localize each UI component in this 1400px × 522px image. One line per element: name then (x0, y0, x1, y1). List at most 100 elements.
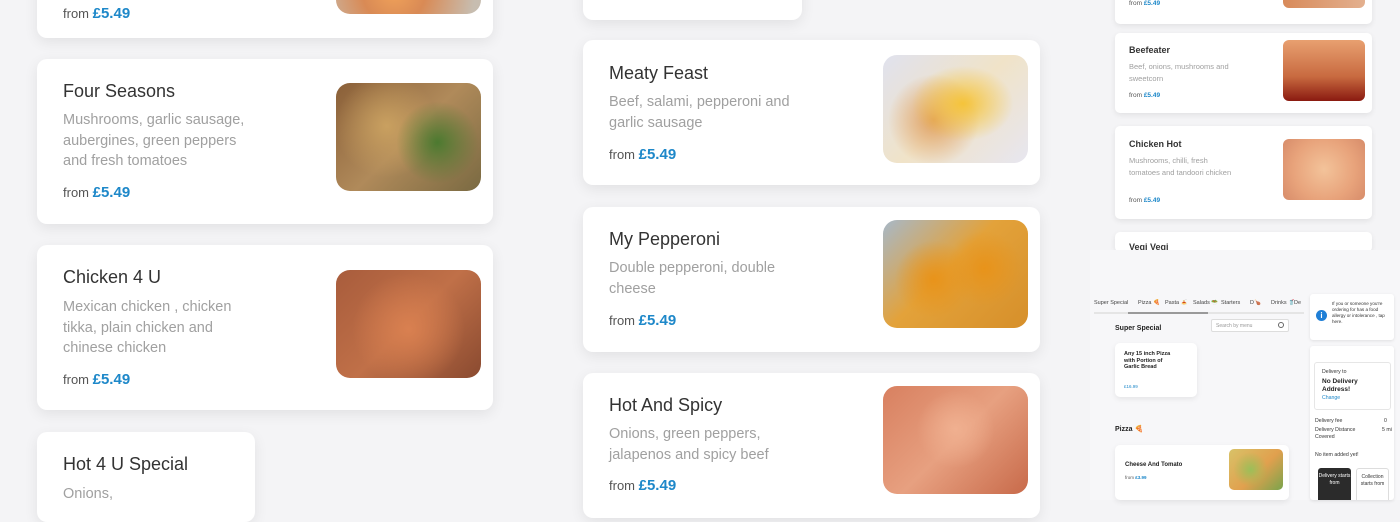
pizza-image (336, 270, 481, 378)
item-price: from £5.49 (1129, 92, 1160, 99)
nav-item[interactable]: Super Special (1094, 300, 1128, 306)
menu-item-card[interactable]: Hot And Spicy Onions, green peppers, jal… (583, 373, 1040, 518)
menu-item-card[interactable]: My Pepperoni Double pepperoni, double ch… (583, 207, 1040, 352)
price-prefix: from (609, 313, 635, 328)
item-name: Meaty Feast (609, 63, 709, 83)
price-value: £5.49 (1143, 0, 1161, 7)
nav-item[interactable]: Pizza 🍕 (1138, 300, 1160, 306)
item-price: from £5.49 (63, 184, 130, 201)
basket-panel: Delivery to No Delivery Address! Change … (1310, 346, 1394, 500)
price-value: £3.99 (1135, 475, 1147, 480)
menu-item-card[interactable]: Hot 4 U Special Onions, (37, 432, 255, 522)
allergy-info-text: If you or someone you're ordering for ha… (1332, 301, 1385, 324)
nav-item[interactable]: Salads 🥗 (1193, 300, 1218, 306)
nav-item[interactable]: D🍗 (1250, 300, 1261, 306)
item-price: from £5.49 (609, 312, 676, 329)
pizza-image (1283, 40, 1365, 101)
nav-item[interactable]: Starters (1221, 300, 1240, 306)
menu-item-card[interactable]: from £5.49 (1115, 0, 1372, 24)
nav-item[interactable]: Pasta 🍝 (1165, 300, 1187, 306)
item-name: Any 15 inch Pizza with Portion of Garlic… (1124, 351, 1171, 370)
price-value: £5.49 (638, 312, 677, 329)
menu-column-middle: Meaty Feast Beef, salami, pepperoni and … (545, 0, 1090, 518)
price-prefix: from (1125, 475, 1134, 480)
menu-item-card[interactable]: Beefeater Beef, onions, mushrooms and sw… (1115, 33, 1372, 113)
delivery-button[interactable]: Delivery starts from (1318, 468, 1351, 500)
nav-item[interactable]: De (1294, 300, 1301, 306)
empty-basket-text: No item added yet! (1315, 452, 1359, 458)
item-price: from £5.49 (609, 477, 676, 494)
nav-item[interactable]: Drinks 🥤 (1271, 300, 1295, 306)
menu-item-card[interactable]: Cheese And Tomato from £3.99 (1115, 445, 1289, 500)
item-price: from £5.49 (609, 146, 676, 163)
item-price: from £3.99 (1125, 475, 1147, 480)
pizza-image (1283, 0, 1365, 8)
item-name: Chicken Hot (1129, 139, 1182, 149)
pizza-image (883, 386, 1028, 494)
delivery-distance-label: Delivery Distance Covered (1315, 427, 1356, 440)
item-price: from £5.49 (63, 371, 130, 388)
allergy-info-box[interactable]: i If you or someone you're ordering for … (1310, 294, 1394, 340)
menu-item-card[interactable]: Meaty Feast Beef, salami, pepperoni and … (583, 40, 1040, 185)
delivery-address: No Delivery Address! (1322, 378, 1358, 393)
item-description: Beef, onions, mushrooms and sweetcorn (1129, 62, 1229, 83)
menu-column-left: from £5.49 Four Seasons Mushrooms, garli… (0, 0, 540, 522)
menu-item-card[interactable] (583, 0, 802, 20)
change-address-link[interactable]: Change (1322, 395, 1340, 401)
item-name: Cheese And Tomato (1125, 462, 1183, 468)
price-value: £5.49 (1143, 197, 1161, 204)
price-value: £5.49 (92, 184, 131, 201)
delivery-to-label: Delivery to (1322, 369, 1347, 375)
price-prefix: from (63, 372, 89, 387)
item-description: Onions, (63, 486, 113, 502)
item-description: Mexican chicken , chicken tikka, plain c… (63, 299, 232, 356)
item-name: Hot 4 U Special (63, 454, 189, 474)
category-nav: Super Special Pizza 🍕 Pasta 🍝 Salads 🥗 S… (1094, 300, 1304, 310)
collection-button[interactable]: Collection starts from (1356, 468, 1389, 500)
info-icon: i (1316, 310, 1327, 321)
item-name: My Pepperoni (609, 229, 721, 249)
delivery-fee-label: Delivery fee (1315, 418, 1343, 424)
item-description: Double pepperoni, double cheese (609, 260, 776, 297)
pizza-image (336, 83, 481, 191)
menu-item-card[interactable]: Chicken 4 U Mexican chicken , chicken ti… (37, 245, 493, 410)
pizza-image (336, 0, 481, 14)
search-input[interactable]: Search by menu (1211, 319, 1289, 332)
price-value: £5.49 (92, 5, 131, 22)
nav-scrollbar[interactable] (1094, 312, 1304, 314)
search-placeholder: Search by menu (1216, 322, 1253, 329)
delivery-fee-value: 0 (1384, 418, 1387, 424)
delivery-distance-value: 5 mi (1382, 427, 1392, 433)
pizza-image (883, 55, 1028, 163)
item-price: from £5.49 (1129, 0, 1160, 7)
menu-column-right: from £5.49 Beefeater Beef, onions, mushr… (1090, 0, 1400, 500)
menu-item-card[interactable]: Vegi Vegi (1115, 232, 1372, 252)
search-icon (1278, 322, 1284, 328)
item-price: £16.99 (1124, 384, 1138, 389)
nav-scroll-thumb[interactable] (1128, 312, 1208, 314)
price-prefix: from (1129, 0, 1142, 7)
price-prefix: from (63, 185, 89, 200)
item-price: from £5.49 (63, 5, 130, 22)
pizza-image (1283, 139, 1365, 200)
price-value: £5.49 (638, 477, 677, 494)
item-name: Hot And Spicy (609, 395, 723, 415)
menu-item-card[interactable]: Four Seasons Mushrooms, garlic sausage, … (37, 59, 493, 224)
price-prefix: from (609, 478, 635, 493)
menu-item-card[interactable]: from £5.49 (37, 0, 493, 38)
menu-item-card[interactable]: Chicken Hot Mushrooms, chilli, fresh tom… (1115, 126, 1372, 219)
item-name: Four Seasons (63, 81, 176, 101)
delivery-address-box: Delivery to No Delivery Address! Change (1314, 362, 1391, 410)
section-title: Pizza 🍕 (1115, 426, 1144, 433)
price-value: £5.49 (1143, 92, 1161, 99)
price-prefix: from (1129, 92, 1142, 99)
item-description: Mushrooms, garlic sausage, aubergines, g… (63, 112, 245, 169)
pizza-image (883, 220, 1028, 328)
price-prefix: from (609, 147, 635, 162)
item-price: from £5.49 (1129, 197, 1160, 204)
pizza-image (1229, 449, 1283, 490)
menu-item-card[interactable]: Any 15 inch Pizza with Portion of Garlic… (1115, 343, 1197, 397)
price-value: £5.49 (638, 146, 677, 163)
item-description: Beef, salami, pepperoni and garlic sausa… (609, 94, 790, 131)
section-title: Super Special (1115, 325, 1162, 332)
